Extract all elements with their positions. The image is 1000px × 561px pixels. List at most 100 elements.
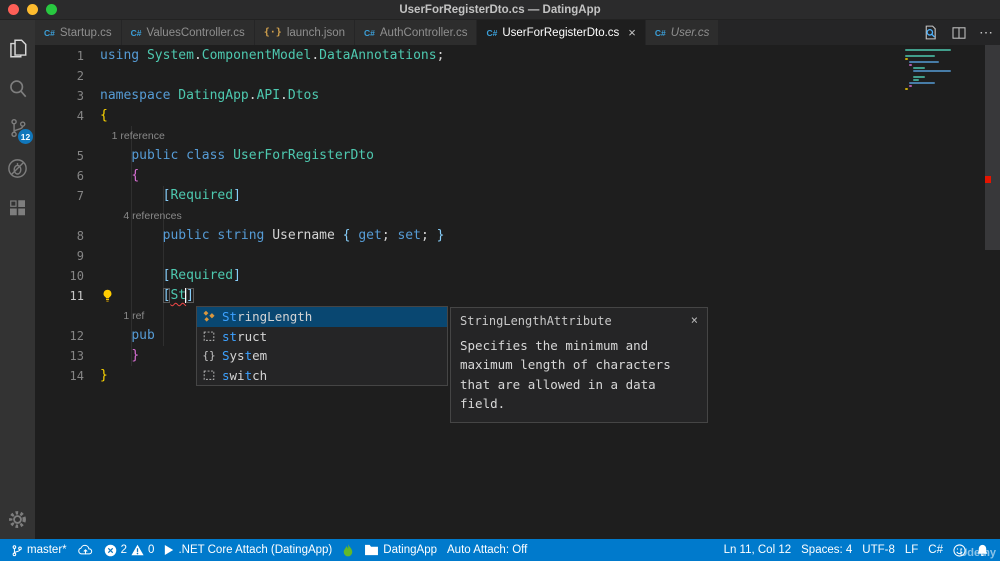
status-label: master* <box>27 544 67 556</box>
status-auto-attach[interactable]: Auto Attach: Off <box>442 539 532 561</box>
code-text: [Required] <box>162 268 241 283</box>
codelens-reference-count[interactable]: 1 reference <box>100 130 165 142</box>
code-text: { <box>100 108 108 123</box>
activity-debug-debug-icon[interactable] <box>0 148 35 188</box>
open-preview-icon[interactable] <box>922 24 939 41</box>
status-debug-config[interactable]: .NET Core Attach (DatingApp) <box>159 539 337 561</box>
code-text: namespace DatingApp.API.Dtos <box>100 88 320 103</box>
minimap-line <box>913 79 919 81</box>
class-icon <box>201 309 217 325</box>
status-cursor-position[interactable]: Ln 11, Col 12 <box>719 539 797 561</box>
line-number: 7 <box>76 189 84 203</box>
codelens-reference-count[interactable]: 4 references <box>100 210 181 222</box>
docs-body: Specifies the minimum and maximum length… <box>460 338 671 412</box>
tab-label: launch.json <box>286 26 346 39</box>
status-project-selector[interactable]: DatingApp <box>359 539 442 561</box>
tab-authcontroller-cs[interactable]: C# AuthController.cs <box>355 20 478 45</box>
code-line: 9 <box>35 246 1000 266</box>
status-label: Ln 11, Col 12 <box>723 544 792 556</box>
suggest-item-stringlength[interactable]: StringLength <box>197 307 447 327</box>
status-indentation[interactable]: Spaces: 4 <box>796 539 857 561</box>
tab-user-cs[interactable]: C# User.cs <box>645 20 720 45</box>
code-text: using System.ComponentModel.DataAnnotati… <box>100 48 445 63</box>
window-controls[interactable] <box>8 4 57 15</box>
close-window-button[interactable] <box>8 4 19 15</box>
status-label: Spaces: 4 <box>801 544 853 556</box>
status-feedback[interactable] <box>948 539 971 561</box>
smiley-icon <box>953 543 966 557</box>
intellisense-suggest-widget: StringLength struct {} System switch <box>196 306 448 386</box>
status-problems[interactable]: 20 <box>99 539 160 561</box>
code-editor[interactable]: 1 using System.ComponentModel.DataAnnotat… <box>35 45 1000 539</box>
play-icon <box>164 544 174 556</box>
line-number: 1 <box>76 49 84 63</box>
scm-changes-badge: 12 <box>18 129 33 144</box>
line-number: 5 <box>76 149 84 163</box>
suggest-item-system[interactable]: {} System <box>197 346 447 366</box>
status-git-branch[interactable]: master* <box>6 539 72 561</box>
code-text: pub <box>131 328 155 343</box>
minimap-line <box>905 49 951 51</box>
suggest-item-label: System <box>222 348 268 364</box>
tab-launch-json[interactable]: {·} launch.json <box>254 20 356 45</box>
split-editor-icon[interactable] <box>951 25 967 41</box>
close-tab-icon[interactable]: × <box>628 26 636 39</box>
error-icon <box>104 544 117 557</box>
tab-label: ValuesController.cs <box>146 26 245 39</box>
minimap-line <box>909 64 912 66</box>
tab-userforregisterdto-cs[interactable]: C# UserForRegisterDto.cs × <box>477 20 646 45</box>
vertical-scrollbar[interactable] <box>985 45 1000 250</box>
namespace-icon: {} <box>202 349 216 363</box>
tab-startup-cs[interactable]: C# Startup.cs <box>35 20 122 45</box>
code-text: public class UserForRegisterDto <box>131 148 374 163</box>
activity-source-control-source-control-icon[interactable]: 12 <box>0 108 35 148</box>
minimap-line <box>909 82 935 84</box>
suggest-item-label: StringLength <box>222 309 313 325</box>
status-eol[interactable]: LF <box>900 539 923 561</box>
activity-search-search-icon[interactable] <box>0 68 35 108</box>
activity-extensions-extensions-icon[interactable] <box>0 188 35 228</box>
keyword-icon <box>201 328 217 344</box>
tab-bar: C# Startup.cs C# ValuesController.cs {·} laun… <box>35 20 1000 45</box>
line-number: 11 <box>69 289 84 303</box>
minimize-window-button[interactable] <box>27 4 38 15</box>
close-icon[interactable]: × <box>691 314 698 326</box>
status-sync[interactable] <box>72 539 99 561</box>
activity-settings-gear-icon[interactable] <box>0 499 35 539</box>
code-line: 1 using System.ComponentModel.DataAnnotat… <box>35 46 1000 66</box>
code-text: } <box>131 348 140 363</box>
more-actions-icon[interactable]: ⋯ <box>979 24 994 41</box>
status-language-mode[interactable]: C# <box>923 539 948 561</box>
code-line: 10 [Required] <box>35 266 1000 286</box>
line-number: 10 <box>69 269 84 283</box>
status-omnisharp-flame[interactable] <box>337 539 359 561</box>
json-file-icon: {·} <box>263 27 282 38</box>
lightbulb-icon[interactable] <box>101 289 114 307</box>
tab-label: Startup.cs <box>59 26 112 39</box>
status-notifications[interactable] <box>971 544 994 557</box>
tab-label: UserForRegisterDto.cs <box>502 26 620 39</box>
tab-label: User.cs <box>670 26 710 39</box>
code-text: [Required] <box>162 188 241 203</box>
suggest-item-switch[interactable]: switch <box>197 366 447 386</box>
zoom-window-button[interactable] <box>46 4 57 15</box>
minimap-line <box>909 85 912 87</box>
minimap[interactable] <box>905 49 975 91</box>
code-line: 3 namespace DatingApp.API.Dtos <box>35 86 1000 106</box>
status-encoding[interactable]: UTF-8 <box>857 539 900 561</box>
line-number: 4 <box>76 109 84 123</box>
codelens-reference-count[interactable]: 1 ref <box>100 310 144 322</box>
activity-explorer-files-icon[interactable] <box>0 28 35 68</box>
csharp-file-icon: C# <box>654 27 666 38</box>
bell-icon <box>976 544 989 557</box>
code-line: 8 public string Username { get; set; } <box>35 226 1000 246</box>
codelens-row: 4 references <box>35 206 1000 226</box>
minimap-line <box>909 61 939 63</box>
code-text: public string Username { get; set; } <box>162 228 445 243</box>
line-number: 12 <box>69 329 84 343</box>
tab-valuescontroller-cs[interactable]: C# ValuesController.cs <box>121 20 255 45</box>
minimap-line <box>913 70 951 72</box>
suggest-item-struct[interactable]: struct <box>197 327 447 347</box>
status-bar: master* 2 0 .NET Core Attach (DatingApp) Dat… <box>0 539 1000 561</box>
code-line: 7 [Required] <box>35 186 1000 206</box>
